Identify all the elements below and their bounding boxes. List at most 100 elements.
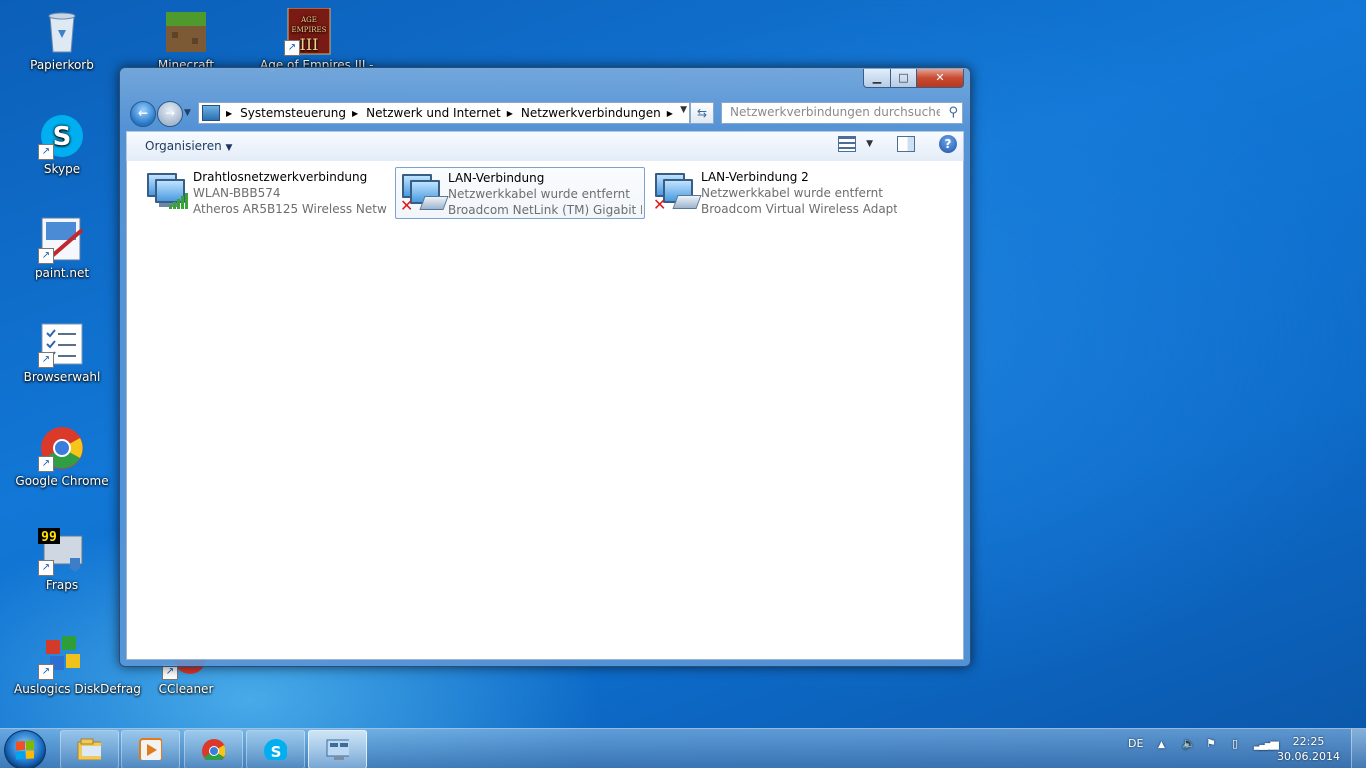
explorer-icon (77, 738, 101, 760)
show-desktop-button[interactable] (1351, 729, 1366, 768)
breadcrumb-netzwerkverbindungen[interactable]: Netzwerkverbindungen (521, 106, 661, 120)
view-options-dropdown-icon[interactable]: ▼ (866, 139, 873, 149)
desktop-icon-google-chrome[interactable]: ↗ Google Chrome (14, 424, 110, 488)
disconnected-x-icon: ✕ (653, 195, 667, 214)
shortcut-arrow-icon: ↗ (38, 248, 54, 264)
svg-text:III: III (300, 35, 319, 54)
recycle-bin-icon (38, 8, 86, 56)
breadcrumb-arrow-icon[interactable]: ▶ (226, 109, 232, 118)
battery-icon[interactable]: ▯ (1232, 737, 1238, 750)
taskbar-control-panel[interactable] (308, 730, 367, 768)
network-connections-window[interactable]: ▁ □ ✕ ← → ▼ ▶ Systemsteuerung ▶ Netzwerk… (119, 67, 971, 667)
preview-pane-icon[interactable] (897, 136, 915, 152)
maximize-button[interactable]: □ (891, 69, 917, 88)
windows-logo-icon (16, 740, 34, 760)
desktop-icon-label: CCleaner (158, 682, 214, 696)
refresh-button[interactable]: ⇆ (690, 102, 714, 124)
desktop-icon-label: Browserwahl (23, 370, 101, 384)
back-button[interactable]: ← (130, 101, 156, 127)
address-dropdown-icon[interactable]: ▼ (680, 105, 687, 115)
breadcrumb-netzwerk-und-internet[interactable]: Netzwerk und Internet (366, 106, 501, 120)
search-icon[interactable]: ⚲ (948, 105, 958, 120)
desktop-icon-label: Skype (43, 162, 81, 176)
change-view-icon[interactable] (838, 136, 857, 152)
shortcut-arrow-icon: ↗ (38, 144, 54, 160)
close-button[interactable]: ✕ (917, 69, 964, 88)
shortcut-arrow-icon: ↗ (38, 664, 54, 680)
media-player-icon (139, 738, 162, 760)
navigation-bar: ← → ▼ ▶ Systemsteuerung ▶ Netzwerk und I… (128, 100, 963, 127)
start-button[interactable] (4, 730, 46, 768)
taskbar-chrome[interactable] (184, 730, 243, 768)
address-bar[interactable]: ▶ Systemsteuerung ▶ Netzwerk und Interne… (198, 102, 690, 124)
taskbar: S DE ▲ 🔈 ⚑ ▯ ▂▃▄▅ 22:25 30.06.2014 (0, 728, 1366, 768)
connection-name: Drahtlosnetzwerkverbindung (193, 170, 368, 184)
breadcrumb-arrow-icon[interactable]: ▶ (507, 109, 513, 118)
desktop-icon-label: Fraps (45, 578, 79, 592)
desktop-icon-paintnet[interactable]: ↗ paint.net (14, 216, 110, 280)
connection-name: LAN-Verbindung 2 (701, 170, 809, 184)
svg-text:S: S (53, 122, 72, 152)
network-signal-icon[interactable]: ▂▃▄▅ (1254, 737, 1279, 750)
svg-text:99: 99 (41, 530, 57, 545)
skype-icon: S (264, 739, 287, 760)
taskbar-explorer[interactable] (60, 730, 119, 768)
connection-status: WLAN-BBB574 (193, 186, 281, 200)
clock-date: 30.06.2014 (1277, 750, 1340, 763)
paintnet-icon: ↗ (38, 216, 86, 264)
control-panel-icon (326, 739, 349, 760)
shortcut-arrow-icon: ↗ (38, 560, 54, 576)
forward-button[interactable]: → (157, 101, 183, 127)
refresh-icon: ⇆ (696, 106, 708, 120)
language-indicator[interactable]: DE (1128, 737, 1143, 750)
breadcrumb-systemsteuerung[interactable]: Systemsteuerung (240, 106, 346, 120)
chrome-icon (202, 739, 225, 760)
forward-arrow-icon: → (164, 106, 176, 120)
search-box[interactable]: ⚲ (721, 102, 963, 124)
disconnected-x-icon: ✕ (400, 196, 414, 215)
shortcut-arrow-icon: ↗ (38, 456, 54, 472)
shortcut-arrow-icon: ↗ (38, 352, 54, 368)
action-center-flag-icon[interactable]: ⚑ (1206, 737, 1216, 750)
organize-menu-button[interactable]: Organisieren ▼ (145, 139, 232, 153)
taskbar-media-player[interactable] (121, 730, 180, 768)
desktop-icon-diskdefrag[interactable]: ↗ Auslogics DiskDefrag (14, 632, 141, 696)
connections-list: Drahtlosnetzwerkverbindung WLAN-BBB574 A… (126, 161, 964, 660)
desktop-icon-browserwahl[interactable]: ↗ Browserwahl (14, 320, 110, 384)
volume-icon[interactable]: 🔈 (1182, 737, 1196, 750)
control-panel-icon (202, 105, 220, 121)
desktop-icon-label: Auslogics DiskDefrag (14, 682, 141, 696)
wired-network-disconnected-icon: ✕ (396, 168, 449, 216)
search-input[interactable] (722, 103, 940, 121)
breadcrumb-arrow-icon[interactable]: ▶ (352, 109, 358, 118)
taskbar-skype[interactable]: S (246, 730, 305, 768)
connection-adapter: Broadcom Virtual Wireless Adapter (701, 202, 897, 216)
desktop-icon-label: Papierkorb (30, 58, 94, 72)
shortcut-arrow-icon: ↗ (284, 40, 300, 56)
desktop-icon-label: Google Chrome (15, 474, 109, 488)
connection-item-lan[interactable]: ✕ LAN-Verbindung Netzwerkkabel wurde ent… (395, 167, 645, 219)
breadcrumb-arrow-icon[interactable]: ▶ (667, 109, 673, 118)
desktop-icon-fraps[interactable]: 99 ↗ Fraps (14, 528, 110, 592)
skype-icon: S ↗ (38, 112, 86, 160)
show-hidden-icons-icon[interactable]: ▲ (1158, 740, 1165, 750)
connection-item-lan-2[interactable]: ✕ LAN-Verbindung 2 Netzwerkkabel wurde e… (649, 167, 899, 217)
minecraft-icon (162, 8, 210, 56)
recent-pages-dropdown-icon[interactable]: ▼ (184, 108, 194, 118)
wireless-network-icon (141, 167, 193, 215)
desktop-icon-minecraft[interactable]: Minecraft (138, 8, 234, 72)
desktop-icon-skype[interactable]: S ↗ Skype (14, 112, 110, 176)
browserwahl-icon: ↗ (38, 320, 86, 368)
help-button[interactable]: ? (939, 135, 957, 153)
connection-status: Netzwerkkabel wurde entfernt (448, 187, 630, 201)
chrome-icon: ↗ (38, 424, 86, 472)
desktop-icon-age-of-empires[interactable]: AGE EMPIRES III ↗ Age of Empires III - (260, 7, 374, 72)
svg-text:EMPIRES: EMPIRES (292, 26, 327, 34)
caption-buttons: ▁ □ ✕ (863, 69, 964, 88)
desktop-icon-recycle-bin[interactable]: Papierkorb (14, 8, 110, 72)
diskdefrag-icon: ↗ (38, 632, 86, 680)
clock[interactable]: 22:25 30.06.2014 (1277, 734, 1340, 764)
svg-text:S: S (271, 743, 282, 760)
connection-item-wlan[interactable]: Drahtlosnetzwerkverbindung WLAN-BBB574 A… (141, 167, 387, 217)
minimize-button[interactable]: ▁ (863, 69, 891, 88)
